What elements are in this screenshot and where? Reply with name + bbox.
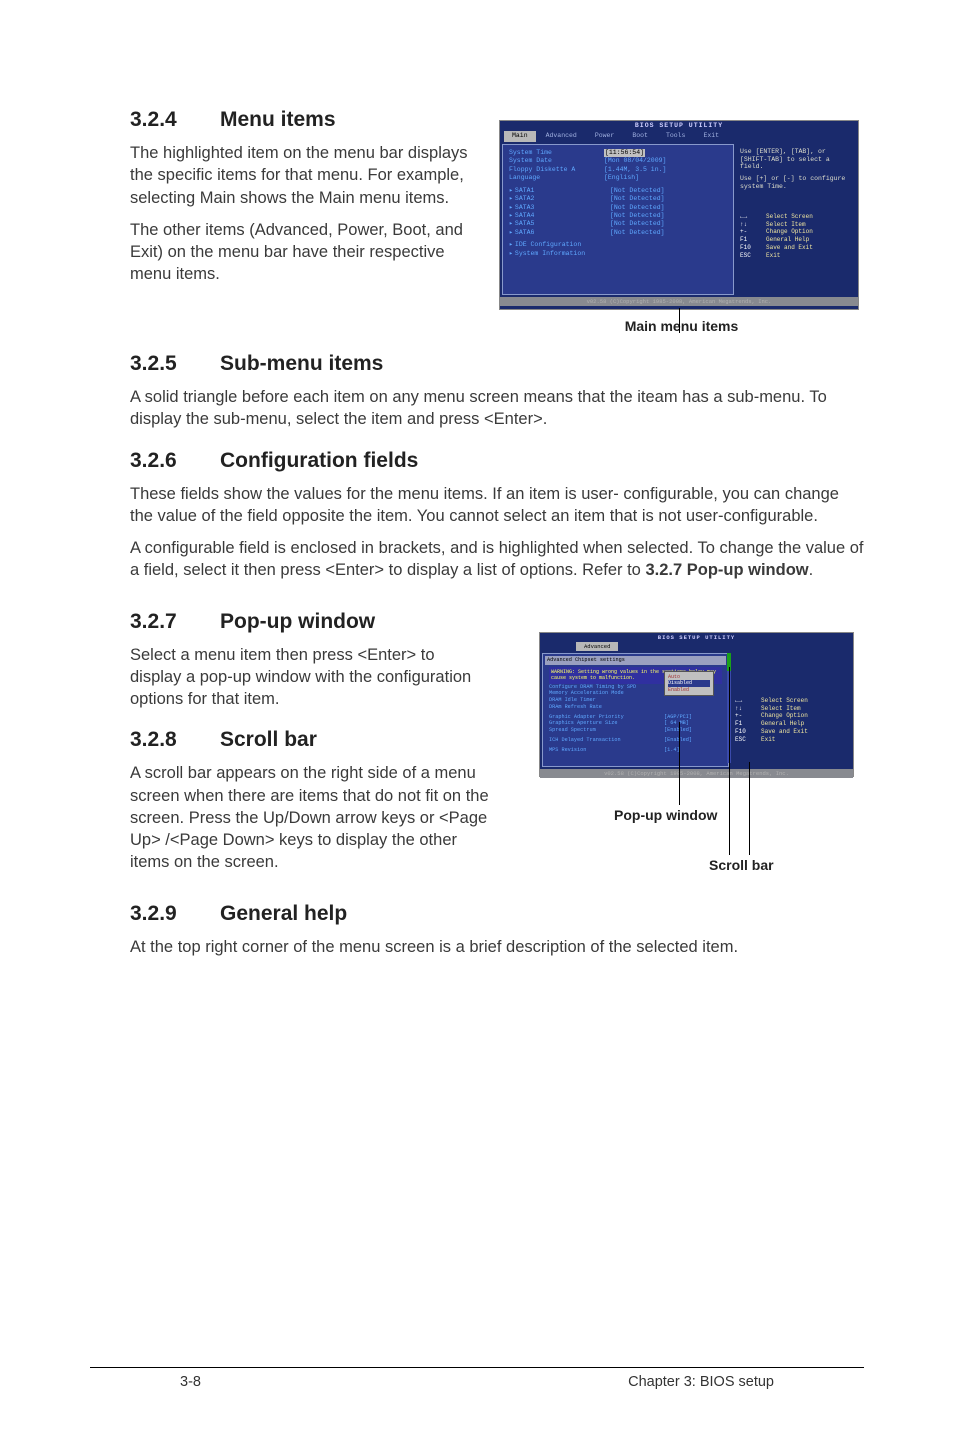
bios-val: [Mon 08/04/2009] [604, 157, 666, 165]
sectitle: Pop-up window [220, 610, 375, 633]
bios-left-pane: System Time[11:56:54] System Date[Mon 08… [502, 144, 734, 295]
bios-copyright: v02.58 (C)Copyright 1985-2008, American … [500, 297, 858, 306]
bios-item: Configure DRAM Timing by SPD [549, 684, 664, 691]
bios-item: SATA1 [515, 187, 610, 195]
bios-val: [ 64 MB] [664, 720, 689, 727]
bios-val: [Not Detected] [610, 229, 665, 237]
bios-hint: Use [+] or [-] to configure system Time. [740, 175, 852, 191]
bios-item: System Information [515, 250, 585, 258]
para: The other items (Advanced, Power, Boot, … [130, 219, 479, 286]
para: Select a menu item then press <Enter> to… [130, 644, 490, 711]
heading-3-2-5: 3.2.5 Sub-menu items [130, 352, 864, 376]
fig1-caption: Main menu items [499, 318, 864, 334]
bios-right-pane: ←→Select Screen ↑↓Select Item +-Change O… [731, 653, 851, 767]
bios-item: System Date [509, 157, 604, 165]
para: At the top right corner of the menu scre… [130, 936, 864, 958]
bios-item: IDE Configuration [515, 241, 581, 249]
bios-tab-boot: Boot [624, 131, 656, 141]
bios-item: SATA3 [515, 204, 610, 212]
bios-item: MPS Revision [549, 747, 664, 754]
bios-title: BIOS SETUP UTILITY [500, 121, 858, 131]
popup-option: Enabled [668, 687, 710, 694]
secnum: 3.2.7 [130, 610, 177, 633]
bios-main-screenshot: BIOS SETUP UTILITY Main Advanced Power B… [499, 120, 859, 310]
heading-3-2-7: 3.2.7 Pop-up window [130, 610, 499, 634]
para: A scroll bar appears on the right side o… [130, 762, 499, 873]
bios-title: BIOS SETUP UTILITY [540, 633, 853, 642]
bios-val: [Not Detected] [610, 204, 665, 212]
sectitle: Sub-menu items [220, 352, 383, 375]
bios-val: [Not Detected] [610, 187, 665, 195]
sectitle: Menu items [220, 108, 336, 131]
sectitle: General help [220, 902, 347, 925]
bios-popup: Auto Disabled Enabled [664, 671, 714, 697]
bios-header: Advanced Chipset settings [545, 656, 726, 665]
bios-item: DRAm Refresh Rate [549, 704, 664, 711]
bios-val: [1.4] [664, 747, 680, 754]
bios-keys: ←→Select Screen ↑↓Select Item +-Change O… [740, 213, 852, 260]
bios-val: [Not Detected] [610, 212, 665, 220]
page-number: 3-8 [180, 1374, 201, 1390]
page-footer: 3-8 Chapter 3: BIOS setup [90, 1367, 864, 1390]
bios-item: ICH Delayed Transaction [549, 737, 664, 744]
secnum: 3.2.8 [130, 728, 177, 751]
bios-item: Graphic Adapter Priority [549, 714, 664, 721]
secnum: 3.2.5 [130, 352, 177, 375]
fig2-popup-caption: Pop-up window [614, 807, 717, 823]
bios-right-pane: Use [ENTER], [TAB], or [SHIFT-TAB] to se… [736, 144, 856, 295]
bios-keys: ←→Select Screen ↑↓Select Item +-Change O… [735, 697, 847, 744]
bios-tab-main: Main [504, 131, 536, 141]
bios-val: [11:56:54] [604, 149, 645, 157]
bios-tab-advanced: Advanced [576, 642, 618, 651]
bios-item: Spread Spectrum [549, 727, 664, 734]
bios-menubar: Main Advanced Power Boot Tools Exit [500, 131, 858, 141]
bios-item: Floppy Diskette A [509, 166, 604, 174]
bios-tab-power: Power [587, 131, 623, 141]
bios-item: SATA4 [515, 212, 610, 220]
bios-advanced-screenshot: BIOS SETUP UTILITY Advanced Advanced Chi… [539, 632, 854, 777]
bios-tab-tools: Tools [658, 131, 694, 141]
fig2-scroll-caption: Scroll bar [709, 857, 774, 873]
heading-3-2-9: 3.2.9 General help [130, 902, 864, 926]
secnum: 3.2.9 [130, 902, 177, 925]
chapter-label: Chapter 3: BIOS setup [628, 1374, 774, 1390]
heading-3-2-4: 3.2.4 Menu items [130, 108, 479, 132]
bios-menubar: Advanced [540, 642, 853, 651]
bios-tab-exit: Exit [695, 131, 727, 141]
heading-3-2-8: 3.2.8 Scroll bar [130, 728, 499, 752]
bios-val: [Not Detected] [610, 220, 665, 228]
bios-item: DRAM Idle Timer [549, 697, 664, 704]
bios-val: [Not Detected] [610, 195, 665, 203]
bios-item: SATA5 [515, 220, 610, 228]
bios-copyright: v02.58 (C)Copyright 1985-2008, American … [540, 769, 853, 778]
bios-item: SATA2 [515, 195, 610, 203]
bios-item: Graphics Aperture Size [549, 720, 664, 727]
bios-val: [English] [604, 174, 639, 182]
bios-item: SATA6 [515, 229, 610, 237]
para: These fields show the values for the men… [130, 483, 864, 528]
bios-val: [AGP/PCI] [664, 714, 692, 721]
bios-val: [1.44M, 3.5 in.] [604, 166, 666, 174]
bios-item: System Time [509, 149, 604, 157]
para: The highlighted item on the menu bar dis… [130, 142, 479, 209]
bios-hint: Use [ENTER], [TAB], or [SHIFT-TAB] to se… [740, 148, 852, 171]
bios-item: Memory Acceleration Mode [549, 690, 664, 697]
sectitle: Scroll bar [220, 728, 317, 751]
secnum: 3.2.6 [130, 449, 177, 472]
secnum: 3.2.4 [130, 108, 177, 131]
para: A configurable field is enclosed in brac… [130, 537, 864, 582]
bios-item: Language [509, 174, 604, 182]
para: A solid triangle before each item on any… [130, 386, 864, 431]
heading-3-2-6: 3.2.6 Configuration fields [130, 449, 864, 473]
bios-tab-advanced: Advanced [538, 131, 585, 141]
sectitle: Configuration fields [220, 449, 418, 472]
